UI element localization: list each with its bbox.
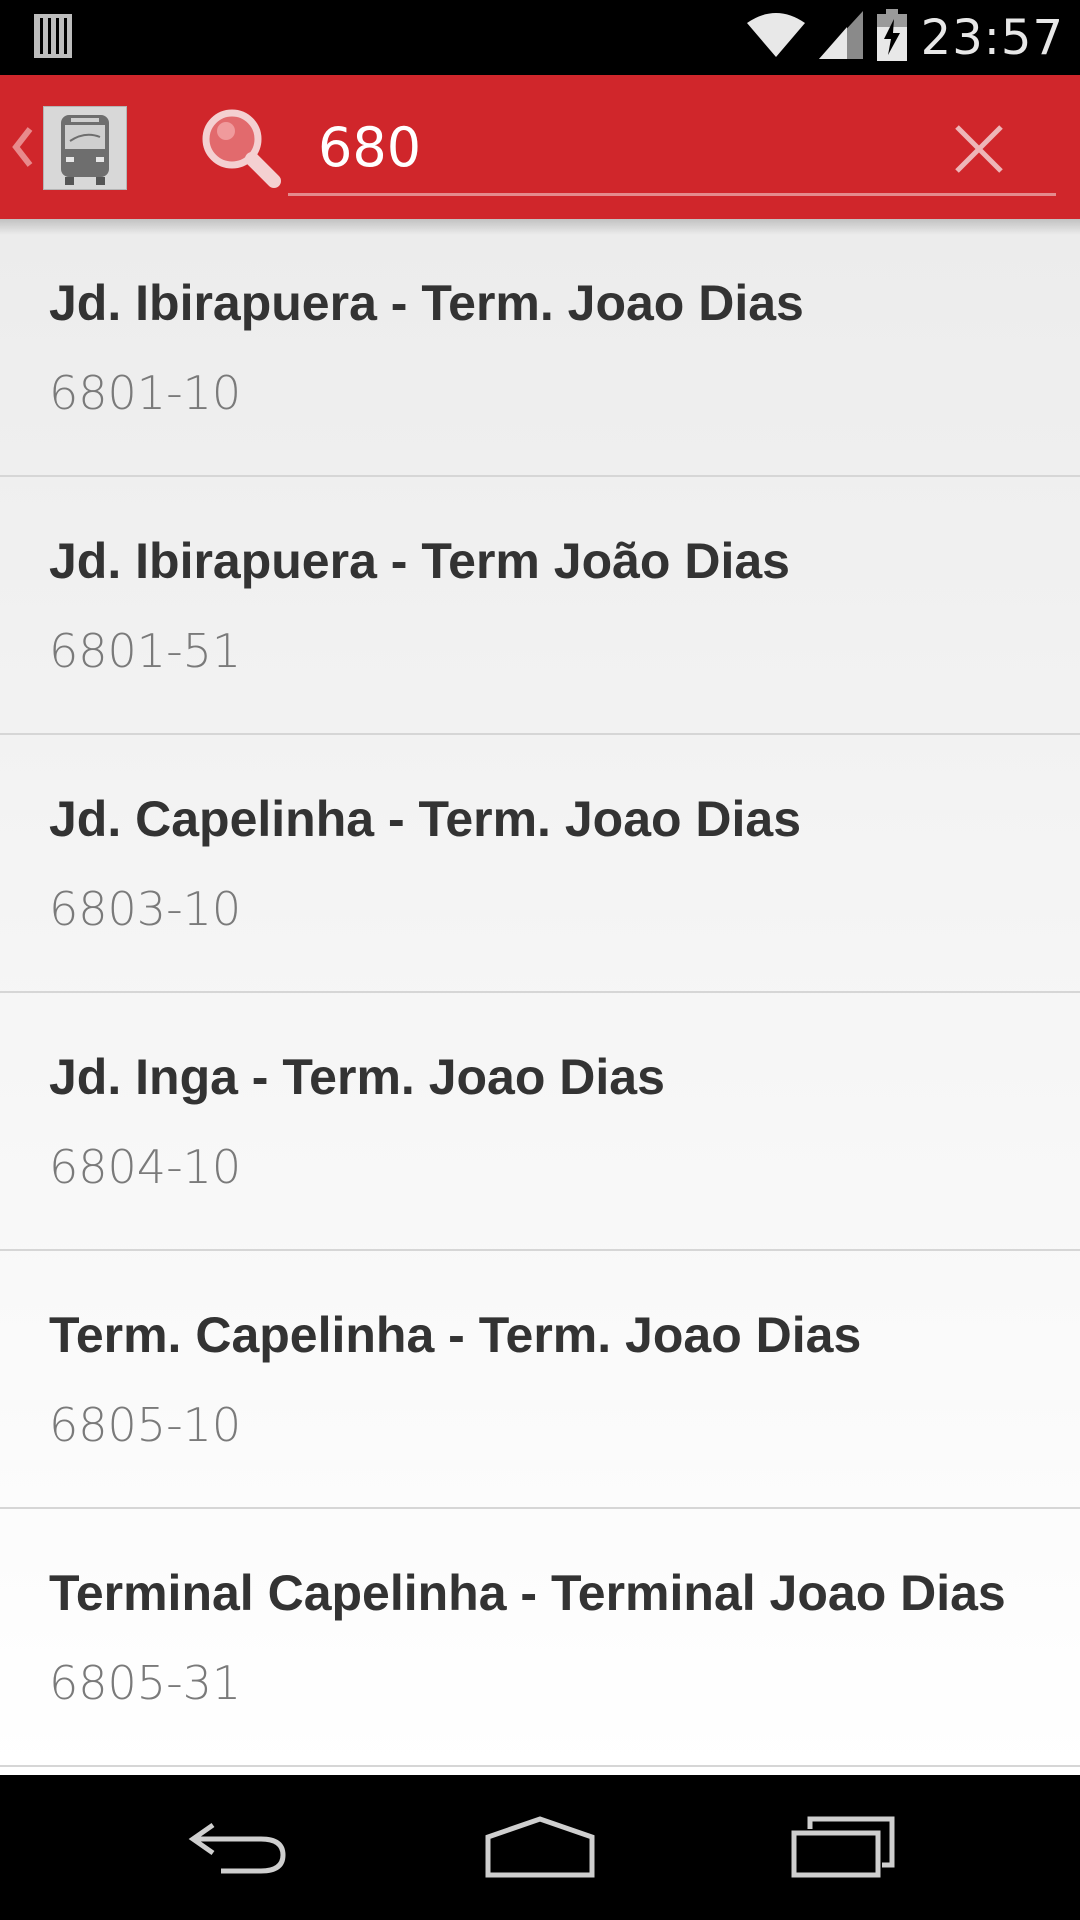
bus-icon[interactable] <box>43 106 127 190</box>
line-code: 6801-10 <box>49 366 242 420</box>
line-name: Jd. Ibirapuera - Term João Dias <box>49 533 790 589</box>
signal-icon <box>818 11 863 64</box>
battery-charging-icon <box>876 9 907 66</box>
list-item[interactable]: Jd. Ibirapuera - Term. Joao Dias 6801-10 <box>0 219 1080 477</box>
line-code: 6803-10 <box>49 882 242 936</box>
list-item[interactable]: Terminal Capelinha - Terminal Joao Dias … <box>0 1509 1080 1767</box>
close-icon[interactable] <box>944 119 1014 179</box>
recents-icon[interactable] <box>790 1815 896 1884</box>
line-name: Terminal Capelinha - Terminal Joao Dias <box>49 1565 1006 1621</box>
search-app-bar <box>0 75 1080 219</box>
line-name: Term. Capelinha - Term. Joao Dias <box>49 1307 862 1363</box>
search-input[interactable] <box>318 105 918 189</box>
line-name: Jd. Inga - Term. Joao Dias <box>49 1049 665 1105</box>
app-bar-shadow <box>0 219 1080 235</box>
status-bar: 23:57 <box>0 0 1080 75</box>
magnifier-icon <box>198 105 284 196</box>
home-icon[interactable] <box>484 1815 596 1884</box>
line-code: 6805-10 <box>49 1398 242 1452</box>
line-code: 6801-51 <box>49 624 242 678</box>
list-item[interactable]: Jd. Ibirapuera - Term João Dias 6801-51 <box>0 477 1080 735</box>
back-icon[interactable] <box>185 1815 291 1884</box>
notification-bars-icon <box>34 14 72 63</box>
list-item[interactable]: Term. Capelinha - Term. Joao Dias 6805-1… <box>0 1251 1080 1509</box>
wifi-icon <box>746 13 805 62</box>
up-chevron-icon[interactable] <box>10 117 36 182</box>
navigation-bar <box>0 1775 1080 1920</box>
line-code: 6804-10 <box>49 1140 242 1194</box>
line-code: 6805-31 <box>49 1656 242 1710</box>
list-item[interactable]: Jd. Capelinha - Term. Joao Dias 6803-10 <box>0 735 1080 993</box>
clock: 23:57 <box>920 9 1064 66</box>
search-field[interactable] <box>288 105 1056 196</box>
results-list: Jd. Ibirapuera - Term. Joao Dias 6801-10… <box>0 219 1080 1775</box>
line-name: Jd. Ibirapuera - Term. Joao Dias <box>49 275 804 331</box>
list-item[interactable]: Jd. Inga - Term. Joao Dias 6804-10 <box>0 993 1080 1251</box>
line-name: Jd. Capelinha - Term. Joao Dias <box>49 791 802 847</box>
